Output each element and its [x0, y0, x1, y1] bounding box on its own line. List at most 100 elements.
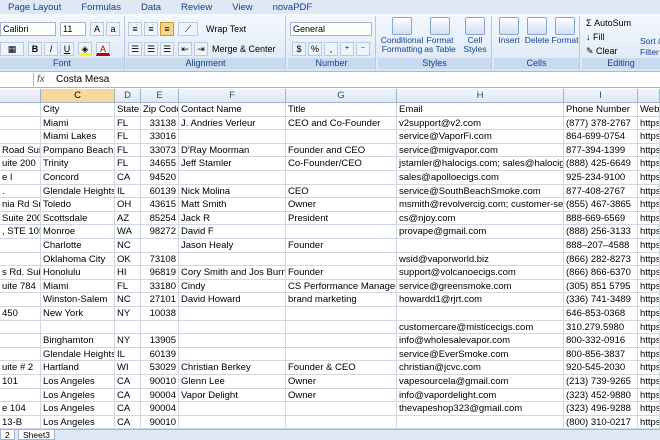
cell-j[interactable]: https — [638, 334, 660, 348]
cell-g[interactable] — [286, 171, 397, 185]
cell-d[interactable]: HI — [115, 266, 141, 280]
cell-i[interactable]: 877-394-1399 — [564, 143, 638, 158]
cell-f[interactable]: Vapor Delight — [179, 388, 286, 403]
cell-a[interactable]: nia Rd Suit — [0, 198, 41, 212]
cell-f[interactable]: David F — [179, 225, 286, 239]
shrink-font-icon[interactable]: a — [106, 22, 120, 36]
cell-g[interactable]: Founder — [286, 266, 397, 280]
header-cell-city[interactable]: City — [41, 103, 115, 117]
cell-d[interactable]: FL — [115, 157, 141, 171]
tab-formulas[interactable]: Formulas — [81, 2, 121, 13]
merge-center-button[interactable]: Merge & Center — [212, 44, 276, 55]
increase-indent-icon[interactable]: ⇥ — [194, 42, 208, 56]
cell-f[interactable] — [179, 130, 286, 144]
cell-g[interactable]: Owner — [286, 388, 397, 403]
cell-j[interactable]: https — [638, 184, 660, 199]
cell-a[interactable] — [0, 239, 41, 253]
underline-button[interactable]: U — [60, 42, 74, 56]
cell-c[interactable]: Scottsdale — [41, 211, 115, 226]
cell-g[interactable] — [286, 252, 397, 267]
cell-i[interactable]: (336) 741-3489 — [564, 293, 638, 307]
cell-g[interactable]: CEO — [286, 184, 397, 199]
cell-d[interactable]: IL — [115, 347, 141, 362]
cell-i[interactable]: (323) 496-9288 — [564, 402, 638, 416]
cell-j[interactable]: https — [638, 347, 660, 362]
align-left-icon[interactable]: ☰ — [128, 42, 142, 56]
cell-h[interactable]: jstamler@halocigs.com; sales@halocigs.c — [397, 157, 564, 171]
cell-e[interactable]: 33016 — [141, 130, 179, 144]
cell-f[interactable]: David Howard — [179, 293, 286, 307]
cell-g[interactable] — [286, 320, 397, 335]
cell-g[interactable] — [286, 347, 397, 362]
cell-d[interactable]: CA — [115, 402, 141, 416]
decrease-decimal-icon[interactable]: ⁻ — [356, 42, 370, 56]
column-header-d[interactable]: D — [115, 89, 141, 103]
cell-f[interactable] — [179, 415, 286, 429]
grow-font-icon[interactable]: A — [90, 22, 104, 36]
cell-c[interactable]: Monroe — [41, 225, 115, 239]
cell-d[interactable]: CA — [115, 171, 141, 185]
borders-icon[interactable]: ▦ — [0, 42, 24, 56]
cell-e[interactable]: 90004 — [141, 402, 179, 416]
cell-d[interactable]: CA — [115, 415, 141, 429]
align-center-icon[interactable]: ☰ — [144, 42, 158, 56]
align-right-icon[interactable]: ☰ — [160, 42, 174, 56]
cell-d[interactable]: OH — [115, 198, 141, 212]
cell-a[interactable] — [0, 334, 41, 348]
cell-h[interactable] — [397, 239, 564, 253]
cell-c[interactable]: Hartland — [41, 361, 115, 375]
cell-e[interactable]: 90010 — [141, 375, 179, 389]
cell-c[interactable]: Pompano Beach — [41, 143, 115, 158]
cell-h[interactable]: support@volcanoecigs.com — [397, 266, 564, 280]
sheet-tab-2[interactable]: 2 — [0, 430, 15, 440]
cell-d[interactable]: NC — [115, 239, 141, 253]
cell-e[interactable]: 60139 — [141, 184, 179, 199]
cell-f[interactable]: Nick Molina — [179, 184, 286, 199]
cell-h[interactable]: info@wholesalevapor.com — [397, 334, 564, 348]
cell-a[interactable]: 101 — [0, 375, 41, 389]
cell-a[interactable] — [0, 293, 41, 307]
cell[interactable] — [0, 103, 41, 117]
currency-button[interactable]: $ — [292, 42, 306, 56]
cell-h[interactable]: service@SouthBeachSmoke.com — [397, 184, 564, 199]
cell-j[interactable]: https — [638, 239, 660, 253]
cell-f[interactable]: D'Ray Moorman — [179, 143, 286, 158]
cell-e[interactable] — [141, 320, 179, 335]
cell-styles-button[interactable]: Cell Styles — [458, 16, 492, 56]
cell-h[interactable]: info@vapordelight.com — [397, 388, 564, 403]
cell-a[interactable] — [0, 130, 41, 144]
cell-a[interactable]: e I — [0, 171, 41, 185]
cell-j[interactable]: https — [638, 361, 660, 375]
cell-i[interactable]: 925-234-9100 — [564, 171, 638, 185]
cell-h[interactable]: v2support@v2.com — [397, 116, 564, 131]
conditional-formatting-button[interactable]: Conditional Formatting — [378, 16, 426, 56]
cell-h[interactable]: provape@gmail.com — [397, 225, 564, 239]
cell-g[interactable] — [286, 415, 397, 429]
cell-a[interactable]: Suite 200 — [0, 211, 41, 226]
cell-c[interactable]: Miami — [41, 279, 115, 294]
cell-g[interactable]: brand marketing — [286, 293, 397, 307]
cell-e[interactable]: 73108 — [141, 252, 179, 267]
cell-j[interactable]: https — [638, 402, 660, 416]
cell-c[interactable]: Glendale Heights — [41, 184, 115, 199]
decrease-indent-icon[interactable]: ⇤ — [178, 42, 192, 56]
cell-e[interactable]: 60139 — [141, 347, 179, 362]
cell-c[interactable]: Los Angeles — [41, 388, 115, 403]
cell-e[interactable]: 33073 — [141, 143, 179, 158]
cell-h[interactable]: service@EverSmoke.com — [397, 347, 564, 362]
cell-h[interactable] — [397, 307, 564, 321]
cell-e[interactable]: 33138 — [141, 116, 179, 131]
cell-i[interactable]: (855) 467-3865 — [564, 198, 638, 212]
cell-a[interactable]: , STE 105, — [0, 225, 41, 239]
cell-e[interactable]: 98272 — [141, 225, 179, 239]
cell-j[interactable]: https — [638, 252, 660, 267]
column-header-g[interactable]: G — [286, 89, 397, 103]
cell-j[interactable]: https — [638, 225, 660, 239]
tab-data[interactable]: Data — [141, 2, 161, 13]
cell-c[interactable]: Charlotte — [41, 239, 115, 253]
cell-j[interactable]: https — [638, 266, 660, 280]
autosum-button[interactable]: Σ AutoSum — [586, 18, 631, 29]
formula-input[interactable]: Costa Mesa — [56, 74, 109, 85]
cell-i[interactable]: 877-408-2767 — [564, 184, 638, 199]
delete-button[interactable]: Delete — [522, 16, 552, 56]
